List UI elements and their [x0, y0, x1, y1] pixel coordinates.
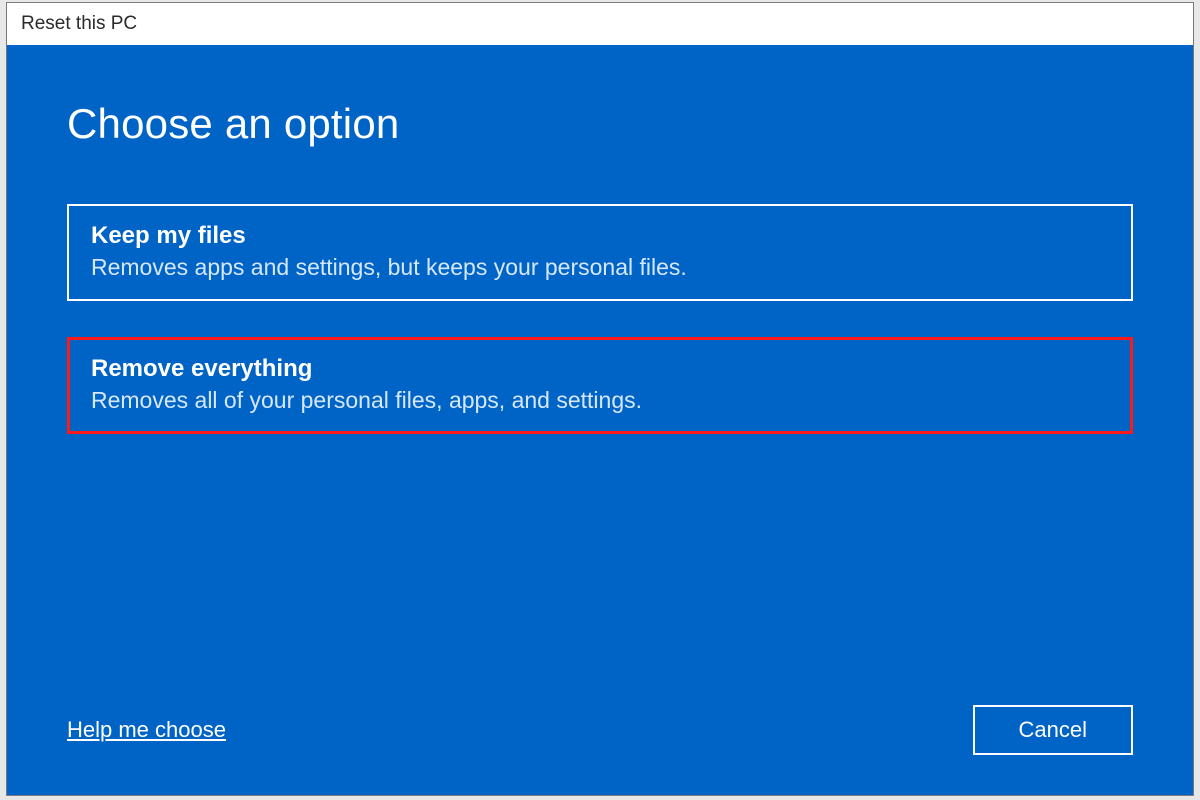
cancel-button[interactable]: Cancel — [973, 705, 1133, 755]
window-title: Reset this PC — [21, 13, 137, 35]
page-heading: Choose an option — [67, 100, 1133, 148]
option-title: Remove everything — [91, 355, 1109, 383]
dialog-content: Choose an option Keep my files Removes a… — [7, 45, 1193, 795]
option-remove-everything[interactable]: Remove everything Removes all of your pe… — [67, 337, 1133, 434]
help-me-choose-link[interactable]: Help me choose — [67, 717, 226, 743]
options-list: Keep my files Removes apps and settings,… — [67, 204, 1133, 434]
option-description: Removes apps and settings, but keeps you… — [91, 254, 1109, 281]
option-description: Removes all of your personal files, apps… — [91, 387, 1109, 414]
reset-pc-dialog: Reset this PC Choose an option Keep my f… — [6, 2, 1194, 796]
option-keep-my-files[interactable]: Keep my files Removes apps and settings,… — [67, 204, 1133, 301]
option-title: Keep my files — [91, 222, 1109, 250]
dialog-footer: Help me choose Cancel — [67, 705, 1133, 755]
window-titlebar: Reset this PC — [7, 3, 1193, 45]
